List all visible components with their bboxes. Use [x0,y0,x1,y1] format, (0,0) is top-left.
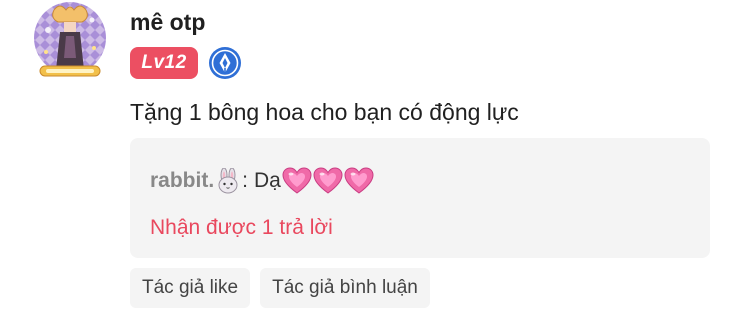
heart-emoji [344,167,374,194]
level-badge[interactable]: Lv12 [130,46,198,79]
reply-preview-box[interactable]: rabbit. : Dạ Nhận được 1 trả lời [130,138,710,258]
comment-text: Tặng 1 bông hoa cho bạn có động lực [130,99,519,125]
username[interactable]: mê otp [130,8,205,36]
reply-author[interactable]: rabbit. [150,169,214,193]
badges-row: Lv12 [130,46,242,79]
reply-colon: : [242,169,249,192]
tag-author-comment: Tác giả bình luận [260,268,430,308]
avatar[interactable] [30,0,110,82]
heart-emoji [282,167,312,194]
avatar-image [34,2,106,77]
author-tags: Tác giả like Tác giả bình luận [130,268,440,308]
rabbit-emoji [218,168,238,194]
reply-line: rabbit. : Dạ [150,165,374,197]
verified-pen-icon[interactable] [208,46,242,80]
tag-author-like: Tác giả like [130,268,251,308]
heart-emoji [313,167,343,194]
reply-text: Dạ [254,169,281,192]
view-replies-link[interactable]: Nhận được 1 trả lời [150,214,333,242]
